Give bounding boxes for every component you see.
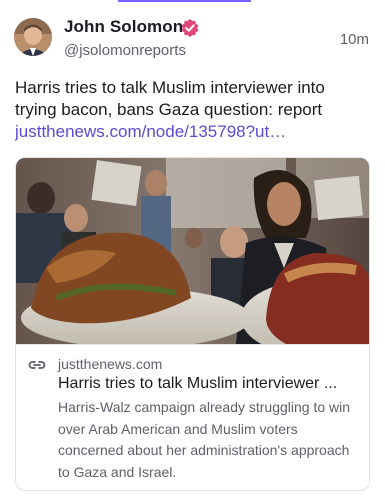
post-text: Harris tries to talk Muslim interviewer … bbox=[15, 78, 325, 119]
link-card-title[interactable]: Harris tries to talk Muslim interviewer … bbox=[58, 373, 358, 395]
link-card-description: Harris-Walz campaign already struggling … bbox=[58, 399, 351, 480]
link-preview-card[interactable]: justthenews.com Harris tries to talk Mus… bbox=[15, 157, 370, 491]
author-handle[interactable]: @jsolomonreports bbox=[64, 42, 186, 59]
link-icon bbox=[28, 358, 46, 372]
post[interactable]: John Solomon @jsolomonreports 10m Harris… bbox=[0, 0, 385, 500]
link-preview-image[interactable] bbox=[16, 158, 369, 344]
post-link[interactable]: justthenews.com/node/135798?ut… bbox=[15, 121, 295, 143]
post-body: Harris tries to talk Muslim interviewer … bbox=[15, 77, 370, 143]
author-name[interactable]: John Solomon bbox=[64, 17, 183, 37]
card-divider bbox=[16, 344, 369, 345]
verified-badge-icon bbox=[180, 18, 200, 38]
link-card-domain: justthenews.com bbox=[58, 356, 163, 372]
post-timestamp[interactable]: 10m bbox=[340, 31, 369, 48]
avatar[interactable] bbox=[14, 18, 52, 56]
